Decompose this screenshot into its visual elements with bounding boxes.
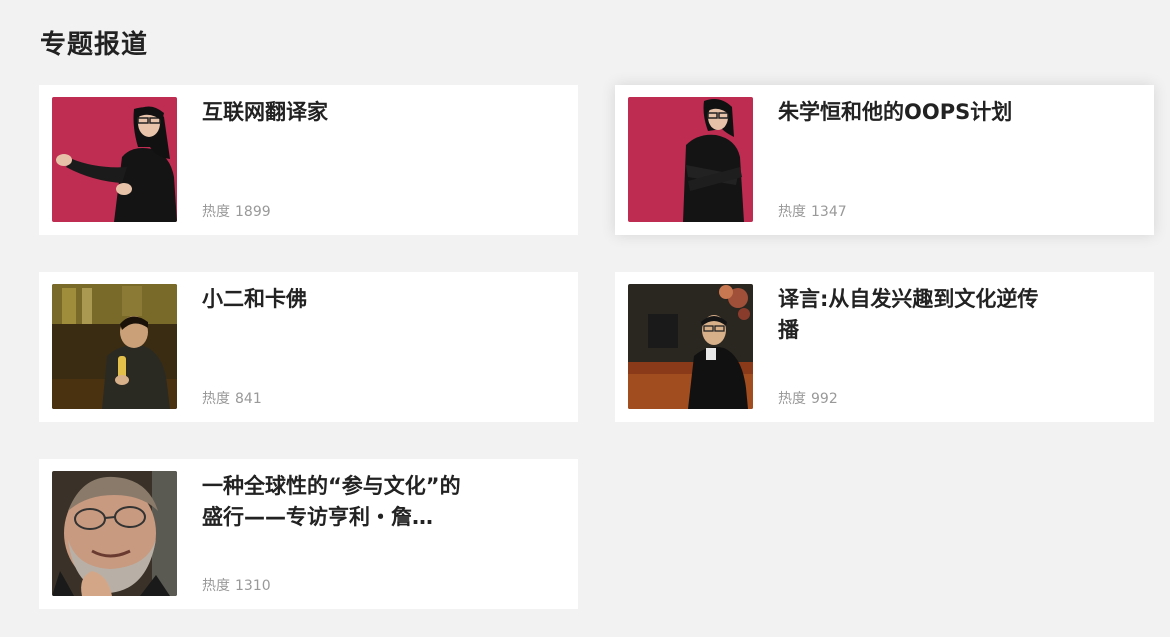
- topic-title[interactable]: 小二和卡佛: [202, 284, 472, 315]
- heat-label: 热度: [778, 204, 806, 220]
- topic-thumbnail[interactable]: [628, 97, 753, 222]
- topic-card[interactable]: 小二和卡佛 热度 841: [39, 272, 578, 422]
- topic-heat: 热度 1310: [202, 576, 271, 596]
- topic-thumbnail[interactable]: [52, 97, 177, 222]
- topic-card[interactable]: 互联网翻译家 热度 1899: [39, 85, 578, 235]
- topic-card[interactable]: 朱学恒和他的OOPS计划 热度 1347: [615, 85, 1154, 235]
- heat-label: 热度: [202, 391, 230, 407]
- topic-heat: 热度 992: [778, 389, 838, 409]
- heat-value: 992: [811, 391, 838, 407]
- topic-title[interactable]: 一种全球性的“参与文化”的盛行——专访亨利・詹…: [202, 471, 472, 533]
- topic-grid: 互联网翻译家 热度 1899 朱学恒和他的OOPS计划 热度 1347 小二和卡…: [39, 85, 1154, 609]
- topic-thumbnail[interactable]: [52, 471, 177, 596]
- topic-card[interactable]: 译言:从自发兴趣到文化逆传播 热度 992: [615, 272, 1154, 422]
- section-title: 专题报道: [40, 30, 149, 60]
- topic-heat: 热度 841: [202, 389, 262, 409]
- topic-heat: 热度 1347: [778, 202, 847, 222]
- heat-value: 1310: [235, 578, 271, 594]
- heat-label: 热度: [778, 391, 806, 407]
- heat-value: 841: [235, 391, 262, 407]
- topic-heat: 热度 1899: [202, 202, 271, 222]
- heat-label: 热度: [202, 204, 230, 220]
- topic-title[interactable]: 朱学恒和他的OOPS计划: [778, 97, 1048, 128]
- heat-label: 热度: [202, 578, 230, 594]
- topic-thumbnail[interactable]: [628, 284, 753, 409]
- topic-thumbnail[interactable]: [52, 284, 177, 409]
- topic-card[interactable]: 一种全球性的“参与文化”的盛行——专访亨利・詹… 热度 1310: [39, 459, 578, 609]
- topic-title[interactable]: 译言:从自发兴趣到文化逆传播: [778, 284, 1048, 346]
- topic-title[interactable]: 互联网翻译家: [202, 97, 472, 128]
- topic-reports-page: 专题报道 互联网翻译家 热度 1899 朱学恒和他的OOPS计划 热度 1347…: [0, 0, 1170, 637]
- heat-value: 1347: [811, 204, 847, 220]
- heat-value: 1899: [235, 204, 271, 220]
